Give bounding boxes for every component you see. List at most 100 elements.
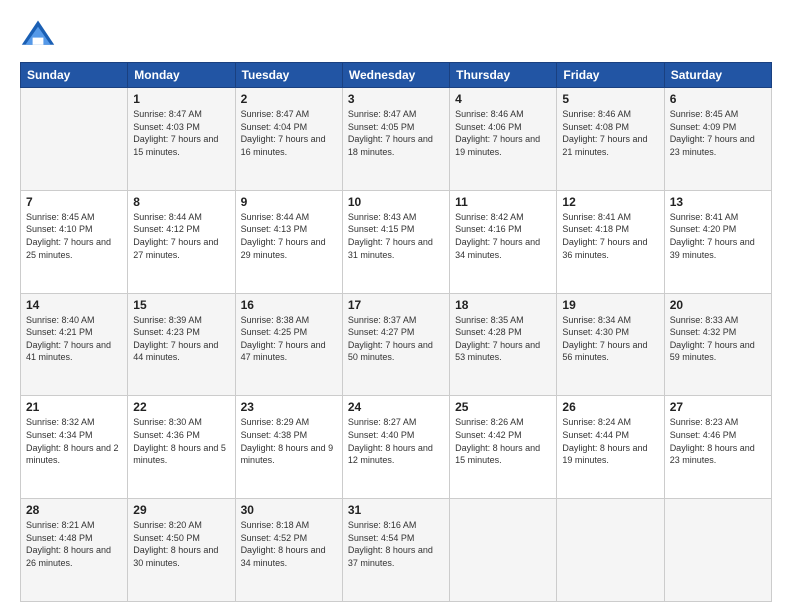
day-number: 24 bbox=[348, 400, 444, 414]
day-number: 6 bbox=[670, 92, 766, 106]
day-number: 17 bbox=[348, 298, 444, 312]
day-number: 3 bbox=[348, 92, 444, 106]
calendar-cell bbox=[557, 499, 664, 602]
day-info: Sunrise: 8:45 AMSunset: 4:10 PMDaylight:… bbox=[26, 211, 122, 261]
day-number: 13 bbox=[670, 195, 766, 209]
day-info: Sunrise: 8:47 AMSunset: 4:03 PMDaylight:… bbox=[133, 108, 229, 158]
calendar-cell: 28 Sunrise: 8:21 AMSunset: 4:48 PMDayligh… bbox=[21, 499, 128, 602]
calendar-cell: 4 Sunrise: 8:46 AMSunset: 4:06 PMDaylight… bbox=[450, 88, 557, 191]
day-info: Sunrise: 8:20 AMSunset: 4:50 PMDaylight:… bbox=[133, 519, 229, 569]
page: SundayMondayTuesdayWednesdayThursdayFrid… bbox=[0, 0, 792, 612]
calendar-cell bbox=[664, 499, 771, 602]
day-info: Sunrise: 8:33 AMSunset: 4:32 PMDaylight:… bbox=[670, 314, 766, 364]
calendar-cell: 18 Sunrise: 8:35 AMSunset: 4:28 PMDayligh… bbox=[450, 293, 557, 396]
calendar-cell: 13 Sunrise: 8:41 AMSunset: 4:20 PMDayligh… bbox=[664, 190, 771, 293]
day-info: Sunrise: 8:40 AMSunset: 4:21 PMDaylight:… bbox=[26, 314, 122, 364]
calendar-cell: 30Sunrise: 8:18 AMSunset: 4:52 PMDayligh… bbox=[235, 499, 342, 602]
day-number: 31 bbox=[348, 503, 444, 517]
weekday-header: Monday bbox=[128, 63, 235, 88]
weekday-row: SundayMondayTuesdayWednesdayThursdayFrid… bbox=[21, 63, 772, 88]
calendar-cell: 19 Sunrise: 8:34 AMSunset: 4:30 PMDayligh… bbox=[557, 293, 664, 396]
day-info: Sunrise: 8:46 AMSunset: 4:08 PMDaylight:… bbox=[562, 108, 658, 158]
day-number: 2 bbox=[241, 92, 337, 106]
calendar-cell: 22 Sunrise: 8:30 AMSunset: 4:36 PMDayligh… bbox=[128, 396, 235, 499]
calendar-cell bbox=[450, 499, 557, 602]
day-number: 21 bbox=[26, 400, 122, 414]
calendar-cell: 14Sunrise: 8:40 AMSunset: 4:21 PMDayligh… bbox=[21, 293, 128, 396]
day-info: Sunrise: 8:26 AMSunset: 4:42 PMDaylight:… bbox=[455, 416, 551, 466]
weekday-header: Wednesday bbox=[342, 63, 449, 88]
calendar-cell: 12Sunrise: 8:41 AMSunset: 4:18 PMDayligh… bbox=[557, 190, 664, 293]
day-number: 15 bbox=[133, 298, 229, 312]
calendar-cell: 2 Sunrise: 8:47 AMSunset: 4:04 PMDaylight… bbox=[235, 88, 342, 191]
calendar-cell: 7 Sunrise: 8:45 AMSunset: 4:10 PMDaylight… bbox=[21, 190, 128, 293]
day-info: Sunrise: 8:47 AMSunset: 4:05 PMDaylight:… bbox=[348, 108, 444, 158]
day-number: 4 bbox=[455, 92, 551, 106]
day-number: 20 bbox=[670, 298, 766, 312]
calendar-cell bbox=[21, 88, 128, 191]
calendar-cell: 25Sunrise: 8:26 AMSunset: 4:42 PMDayligh… bbox=[450, 396, 557, 499]
calendar-cell: 31 Sunrise: 8:16 AMSunset: 4:54 PMDayligh… bbox=[342, 499, 449, 602]
calendar-cell: 15 Sunrise: 8:39 AMSunset: 4:23 PMDayligh… bbox=[128, 293, 235, 396]
day-info: Sunrise: 8:47 AMSunset: 4:04 PMDaylight:… bbox=[241, 108, 337, 158]
day-info: Sunrise: 8:27 AMSunset: 4:40 PMDaylight:… bbox=[348, 416, 444, 466]
day-info: Sunrise: 8:44 AMSunset: 4:13 PMDaylight:… bbox=[241, 211, 337, 261]
day-info: Sunrise: 8:42 AMSunset: 4:16 PMDaylight:… bbox=[455, 211, 551, 261]
day-info: Sunrise: 8:35 AMSunset: 4:28 PMDaylight:… bbox=[455, 314, 551, 364]
day-info: Sunrise: 8:30 AMSunset: 4:36 PMDaylight:… bbox=[133, 416, 229, 466]
day-number: 22 bbox=[133, 400, 229, 414]
day-number: 10 bbox=[348, 195, 444, 209]
calendar-cell: 24 Sunrise: 8:27 AMSunset: 4:40 PMDayligh… bbox=[342, 396, 449, 499]
calendar-cell: 1Sunrise: 8:47 AMSunset: 4:03 PMDaylight… bbox=[128, 88, 235, 191]
calendar-cell: 11 Sunrise: 8:42 AMSunset: 4:16 PMDayligh… bbox=[450, 190, 557, 293]
day-number: 26 bbox=[562, 400, 658, 414]
day-number: 11 bbox=[455, 195, 551, 209]
day-info: Sunrise: 8:41 AMSunset: 4:20 PMDaylight:… bbox=[670, 211, 766, 261]
weekday-header: Sunday bbox=[21, 63, 128, 88]
day-number: 18 bbox=[455, 298, 551, 312]
day-info: Sunrise: 8:16 AMSunset: 4:54 PMDaylight:… bbox=[348, 519, 444, 569]
calendar-cell: 3 Sunrise: 8:47 AMSunset: 4:05 PMDaylight… bbox=[342, 88, 449, 191]
day-number: 8 bbox=[133, 195, 229, 209]
day-number: 19 bbox=[562, 298, 658, 312]
day-info: Sunrise: 8:45 AMSunset: 4:09 PMDaylight:… bbox=[670, 108, 766, 158]
logo-icon bbox=[20, 16, 56, 52]
day-info: Sunrise: 8:32 AMSunset: 4:34 PMDaylight:… bbox=[26, 416, 122, 466]
day-number: 7 bbox=[26, 195, 122, 209]
day-info: Sunrise: 8:43 AMSunset: 4:15 PMDaylight:… bbox=[348, 211, 444, 261]
calendar-cell: 26 Sunrise: 8:24 AMSunset: 4:44 PMDayligh… bbox=[557, 396, 664, 499]
weekday-header: Friday bbox=[557, 63, 664, 88]
header bbox=[20, 16, 772, 52]
day-number: 27 bbox=[670, 400, 766, 414]
day-number: 23 bbox=[241, 400, 337, 414]
calendar-week: 1Sunrise: 8:47 AMSunset: 4:03 PMDaylight… bbox=[21, 88, 772, 191]
calendar-cell: 17 Sunrise: 8:37 AMSunset: 4:27 PMDayligh… bbox=[342, 293, 449, 396]
day-number: 16 bbox=[241, 298, 337, 312]
day-info: Sunrise: 8:29 AMSunset: 4:38 PMDaylight:… bbox=[241, 416, 337, 466]
weekday-header: Saturday bbox=[664, 63, 771, 88]
day-info: Sunrise: 8:41 AMSunset: 4:18 PMDaylight:… bbox=[562, 211, 658, 261]
calendar-week: 21 Sunrise: 8:32 AMSunset: 4:34 PMDayligh… bbox=[21, 396, 772, 499]
calendar-cell: 8Sunrise: 8:44 AMSunset: 4:12 PMDaylight… bbox=[128, 190, 235, 293]
day-number: 28 bbox=[26, 503, 122, 517]
day-info: Sunrise: 8:18 AMSunset: 4:52 PMDaylight:… bbox=[241, 519, 337, 569]
weekday-header: Tuesday bbox=[235, 63, 342, 88]
day-info: Sunrise: 8:46 AMSunset: 4:06 PMDaylight:… bbox=[455, 108, 551, 158]
calendar-cell: 29 Sunrise: 8:20 AMSunset: 4:50 PMDayligh… bbox=[128, 499, 235, 602]
day-info: Sunrise: 8:34 AMSunset: 4:30 PMDaylight:… bbox=[562, 314, 658, 364]
day-info: Sunrise: 8:24 AMSunset: 4:44 PMDaylight:… bbox=[562, 416, 658, 466]
day-info: Sunrise: 8:38 AMSunset: 4:25 PMDaylight:… bbox=[241, 314, 337, 364]
calendar-cell: 21 Sunrise: 8:32 AMSunset: 4:34 PMDayligh… bbox=[21, 396, 128, 499]
day-info: Sunrise: 8:21 AMSunset: 4:48 PMDaylight:… bbox=[26, 519, 122, 569]
calendar-cell: 10 Sunrise: 8:43 AMSunset: 4:15 PMDayligh… bbox=[342, 190, 449, 293]
day-number: 29 bbox=[133, 503, 229, 517]
day-info: Sunrise: 8:23 AMSunset: 4:46 PMDaylight:… bbox=[670, 416, 766, 466]
weekday-header: Thursday bbox=[450, 63, 557, 88]
day-number: 9 bbox=[241, 195, 337, 209]
calendar-cell: 5Sunrise: 8:46 AMSunset: 4:08 PMDaylight… bbox=[557, 88, 664, 191]
day-info: Sunrise: 8:37 AMSunset: 4:27 PMDaylight:… bbox=[348, 314, 444, 364]
calendar-header: SundayMondayTuesdayWednesdayThursdayFrid… bbox=[21, 63, 772, 88]
calendar-week: 28 Sunrise: 8:21 AMSunset: 4:48 PMDayligh… bbox=[21, 499, 772, 602]
day-info: Sunrise: 8:39 AMSunset: 4:23 PMDaylight:… bbox=[133, 314, 229, 364]
calendar-cell: 23 Sunrise: 8:29 AMSunset: 4:38 PMDayligh… bbox=[235, 396, 342, 499]
